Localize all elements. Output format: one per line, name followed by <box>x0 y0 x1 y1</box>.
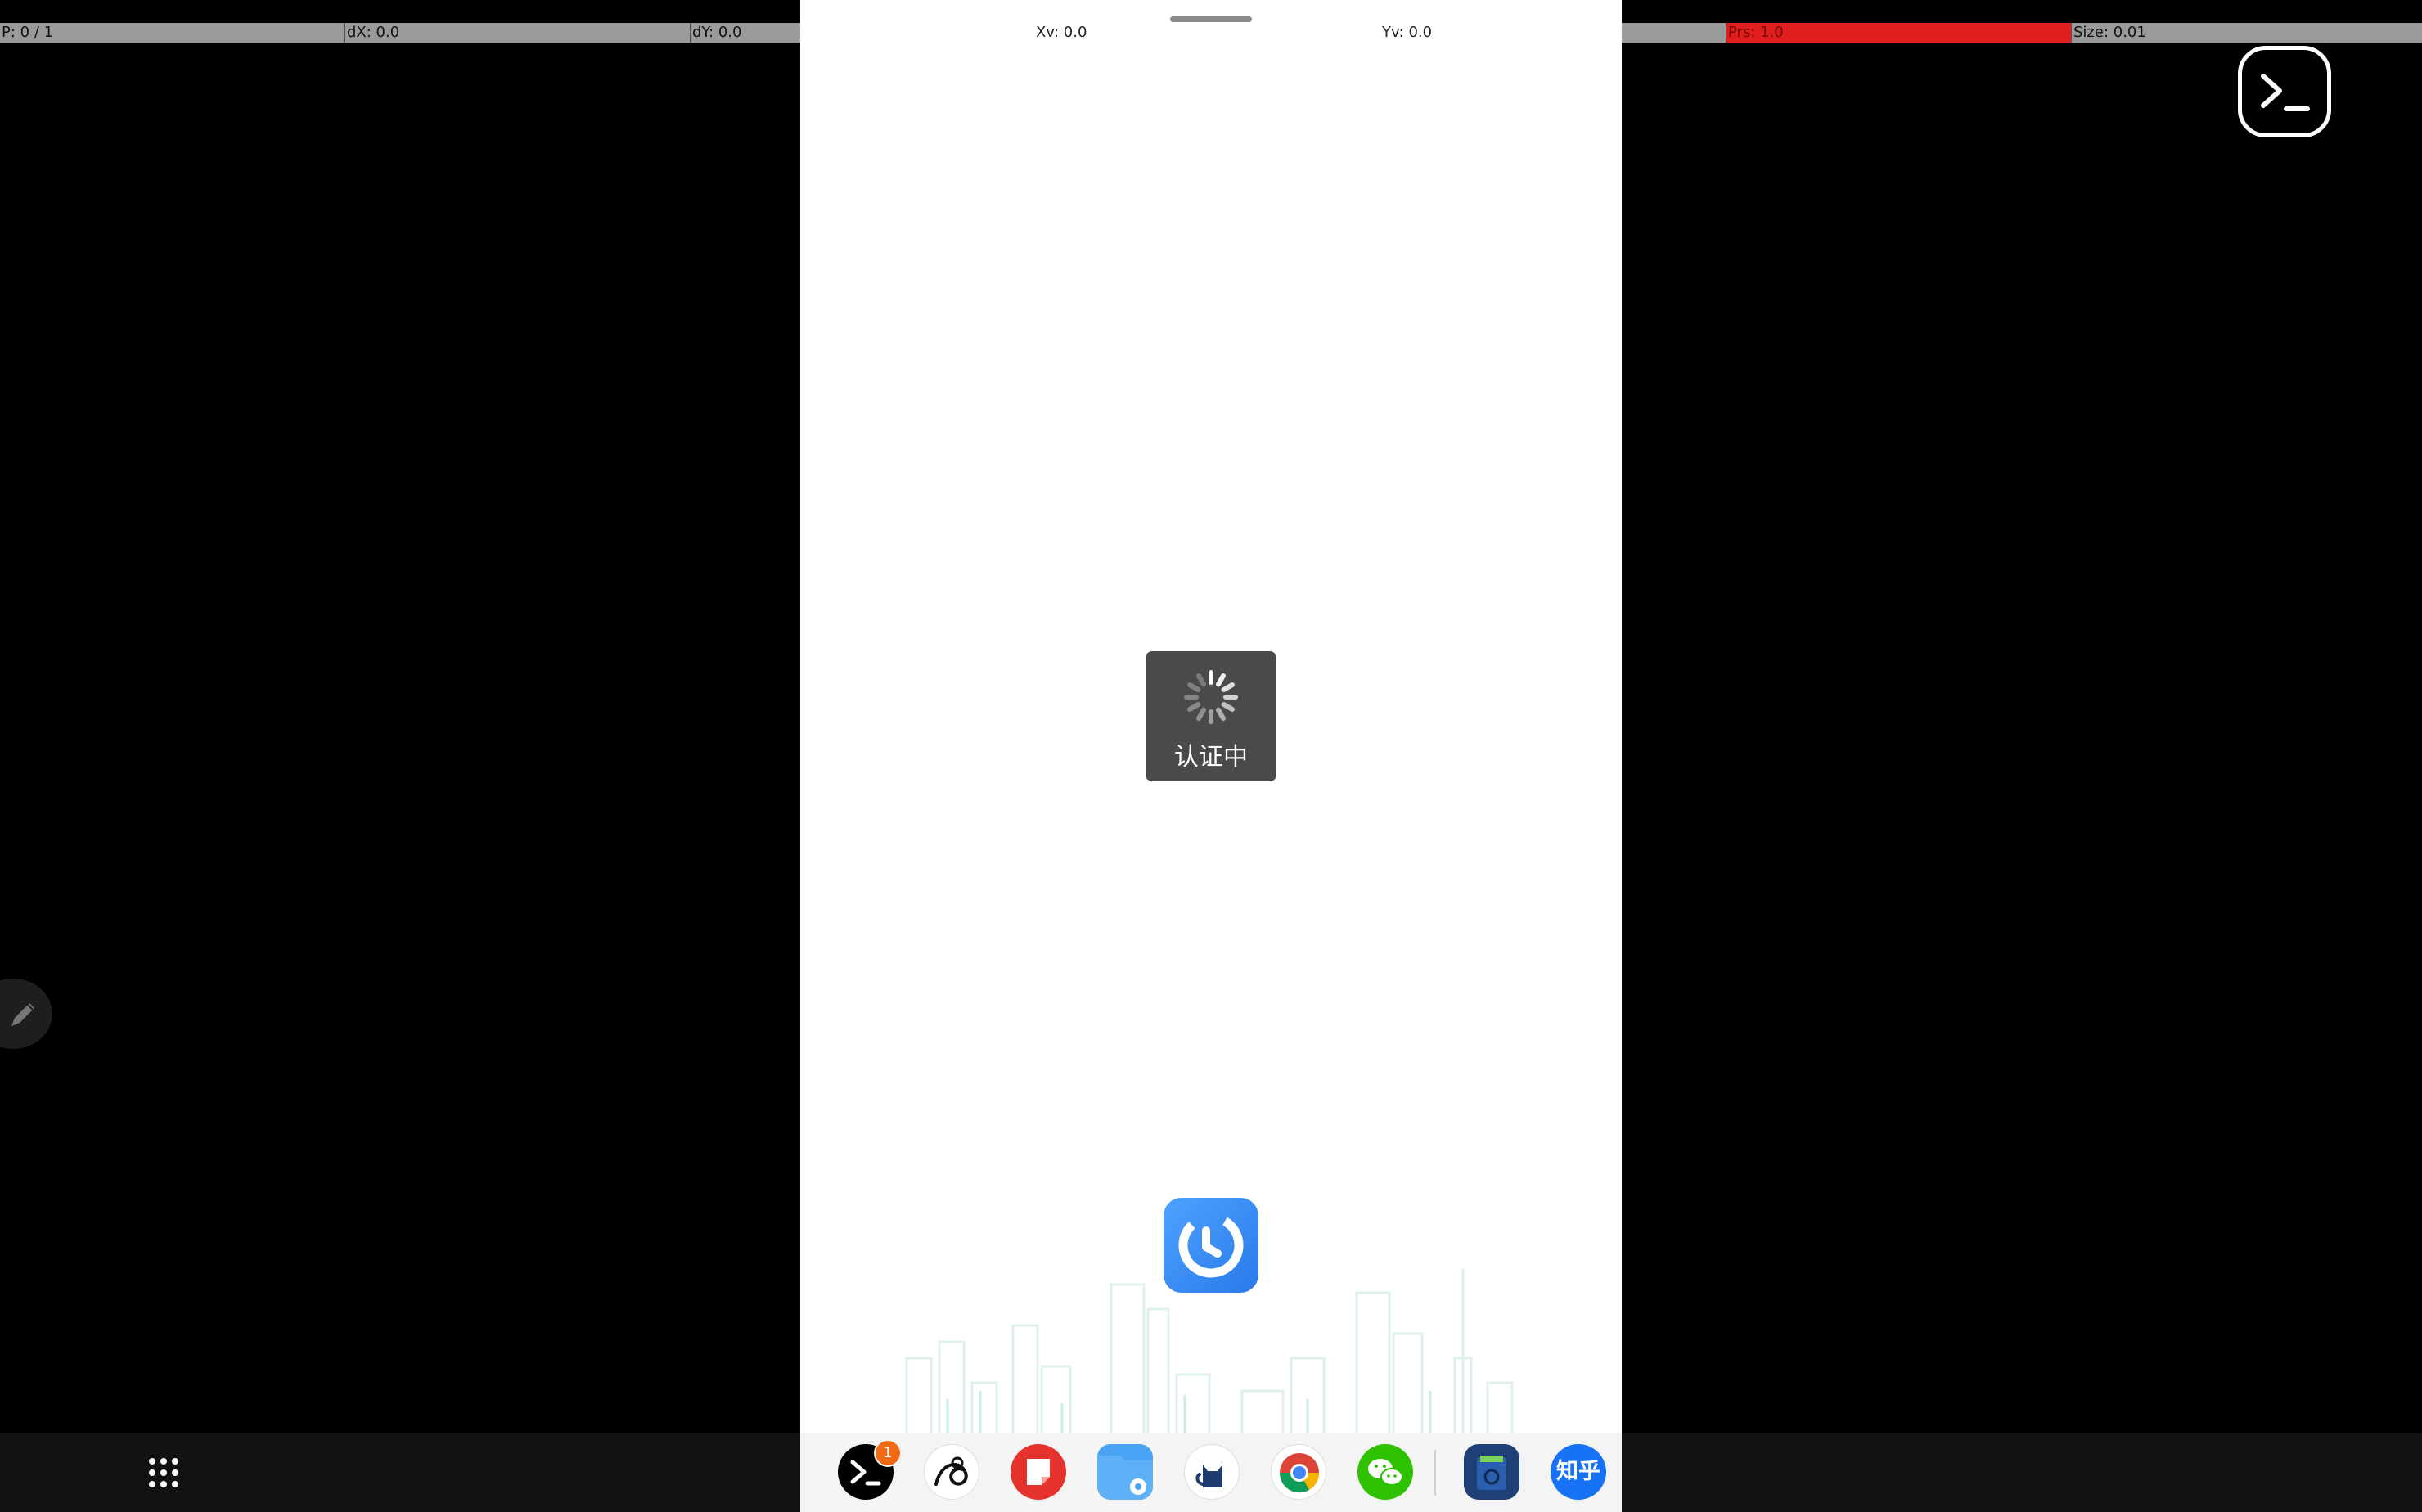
loading-text: 认证中 <box>1174 743 1248 772</box>
chrome-app-icon[interactable] <box>1271 1444 1326 1500</box>
drag-handle[interactable] <box>1170 16 1252 22</box>
velocity-y: Yv: 0.0 <box>1382 24 1433 41</box>
wechat-app-icon[interactable] <box>1357 1444 1413 1500</box>
pointer-bar-spacer <box>1622 23 1726 43</box>
spinner-icon <box>1184 670 1238 724</box>
notification-badge: 1 <box>874 1439 902 1467</box>
dock: 1 知乎 <box>800 1433 1622 1512</box>
scanner-app-icon[interactable] <box>1464 1444 1519 1500</box>
files-app-icon[interactable] <box>1097 1444 1153 1500</box>
app-window: Xv: 0.0 Yv: 0.0 认证中 <box>800 0 1622 1433</box>
velocity-x: Xv: 0.0 <box>1036 24 1087 41</box>
taskbar: 1 知乎 <box>0 1433 2422 1512</box>
app-grid-icon[interactable] <box>144 1455 183 1491</box>
zhihu-label: 知乎 <box>1556 1459 1600 1484</box>
terminal-icon[interactable] <box>2238 46 2331 137</box>
skyline-illustration <box>905 1268 1514 1433</box>
pencil-icon[interactable] <box>0 979 52 1049</box>
dock-separator <box>1434 1450 1436 1496</box>
delta-y: dY: 0.0 <box>690 23 800 43</box>
pressure: Prs: 1.0 <box>1726 23 2071 43</box>
drawing-app-icon[interactable] <box>924 1444 979 1500</box>
pointer-count: P: 0 / 1 <box>2 24 54 41</box>
loading-dialog: 认证中 <box>1146 651 1276 781</box>
dock-terminal[interactable]: 1 <box>838 1439 902 1500</box>
delta-x: dX: 0.0 <box>344 23 690 43</box>
zhihu-app-icon[interactable]: 知乎 <box>1551 1444 1606 1500</box>
touch-size: Size: 0.01 <box>2071 23 2422 43</box>
cat-app-icon[interactable] <box>1184 1444 1240 1500</box>
notes-app-icon[interactable] <box>1011 1444 1066 1500</box>
